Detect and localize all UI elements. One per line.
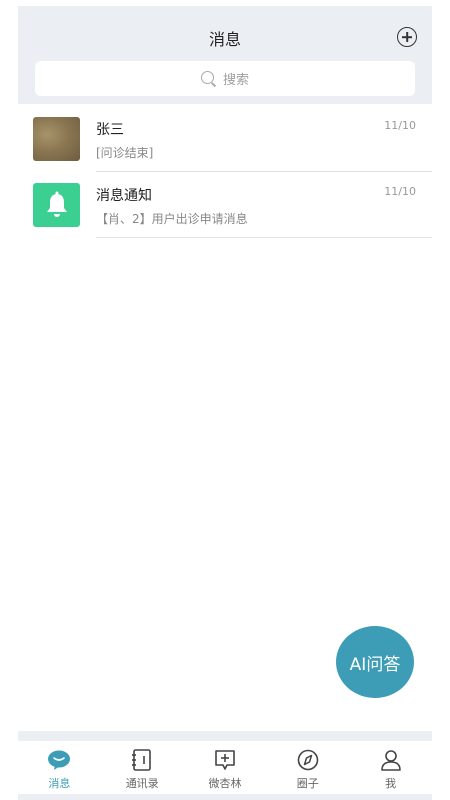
search-placeholder: 搜索	[222, 73, 249, 88]
page-title: 消息	[208, 30, 241, 49]
ai-qa-button[interactable]: AI问答	[336, 626, 414, 698]
nav-item-me[interactable]: 我	[349, 741, 432, 794]
nav-label: 我	[385, 777, 397, 790]
nav-label: 圈子	[296, 777, 319, 790]
bell-icon	[33, 183, 80, 227]
nav-label: 消息	[48, 777, 71, 790]
nav-item-contacts[interactable]: 通讯录	[101, 741, 184, 794]
chat-bubble-icon	[48, 750, 71, 770]
bottom-nav: 消息 通讯录 微杏林 圈子 我	[18, 741, 432, 794]
conversation-item-zhangsan[interactable]: 张三 [问诊结束] 11/10	[18, 106, 432, 172]
conversation-preview: [问诊结束]	[96, 146, 154, 160]
conversation-body: 消息通知 【肖、2】用户出诊申请消息 11/10	[96, 172, 432, 238]
header: 消息 搜索	[18, 6, 432, 104]
message-plus-icon	[215, 750, 235, 770]
search-icon	[200, 70, 217, 87]
conversation-item-notice[interactable]: 消息通知 【肖、2】用户出诊申请消息 11/10	[18, 172, 432, 238]
nav-item-weixinglin[interactable]: 微杏林	[184, 741, 267, 794]
nav-divider	[18, 731, 432, 741]
conversation-preview: 【肖、2】用户出诊申请消息	[96, 212, 248, 226]
conversation-body: 张三 [问诊结束] 11/10	[96, 106, 432, 172]
conversation-time: 11/10	[384, 185, 416, 198]
avatar	[33, 117, 80, 161]
nav-label: 通讯录	[125, 777, 159, 790]
conversation-time: 11/10	[384, 119, 416, 132]
conversation-name: 张三	[96, 122, 124, 138]
bottom-strip	[18, 794, 432, 800]
nav-label: 微杏林	[208, 777, 242, 790]
nav-item-circle[interactable]: 圈子	[266, 741, 349, 794]
person-icon	[380, 750, 401, 771]
search-input[interactable]: 搜索	[35, 61, 415, 96]
compass-icon	[297, 749, 319, 771]
messages-screen: 消息 搜索 张三 [问诊结束] 11/10 消息通知 【肖、2】用户出诊申请消息…	[18, 6, 432, 800]
address-book-icon	[132, 749, 151, 771]
conversation-name: 消息通知	[96, 188, 152, 204]
conversation-list: 张三 [问诊结束] 11/10 消息通知 【肖、2】用户出诊申请消息 11/10	[18, 106, 432, 238]
nav-item-messages[interactable]: 消息	[18, 741, 101, 794]
add-icon[interactable]	[397, 27, 417, 47]
